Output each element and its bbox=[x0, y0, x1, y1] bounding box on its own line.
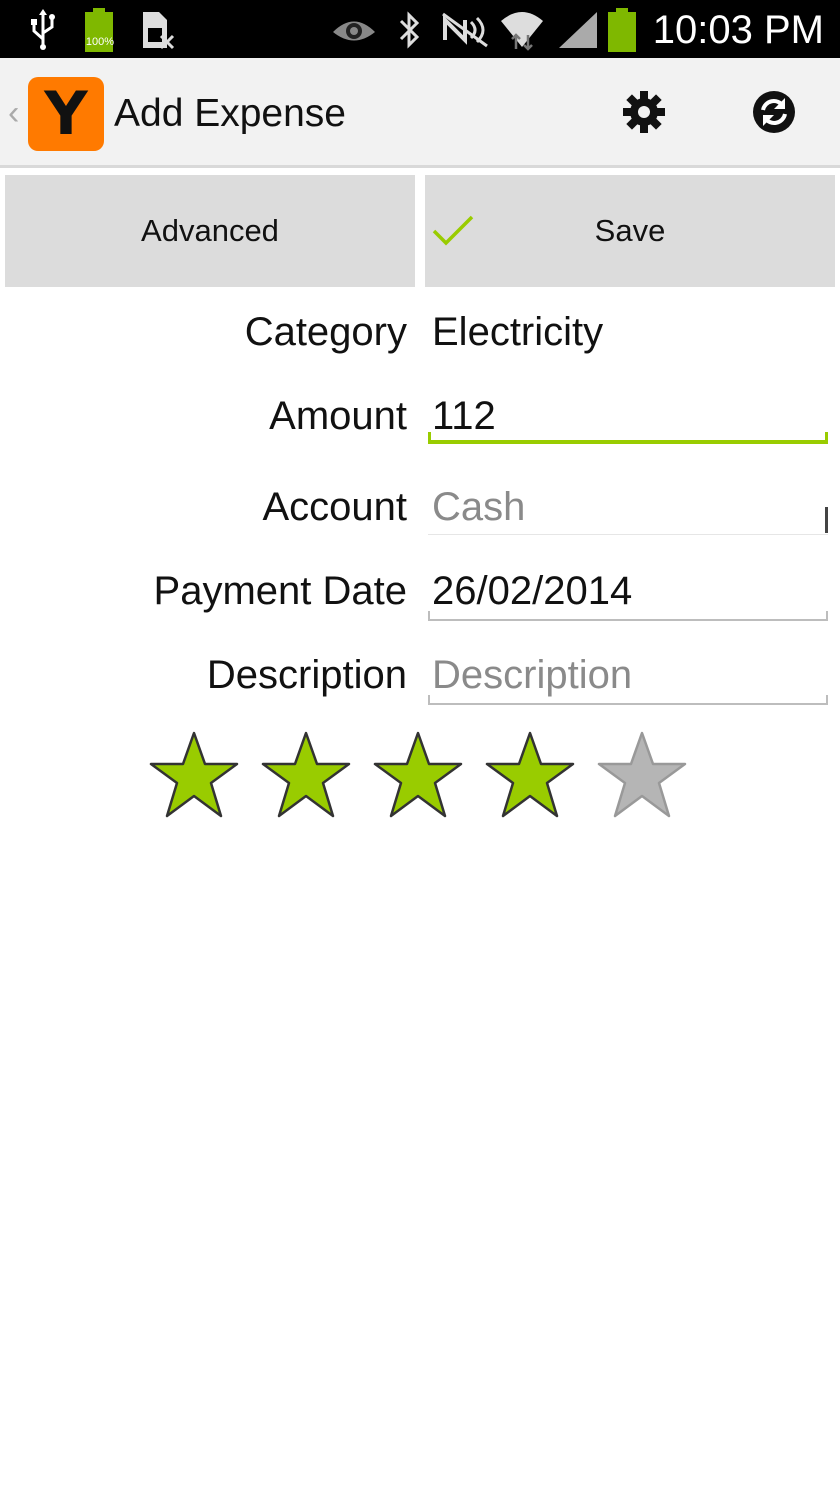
advanced-button[interactable]: Advanced bbox=[5, 175, 415, 287]
account-spinner[interactable]: Cash bbox=[432, 485, 525, 530]
amount-underline-tick-left bbox=[428, 432, 431, 444]
bluetooth-icon bbox=[394, 8, 424, 52]
star-filled-icon[interactable] bbox=[372, 730, 464, 820]
amount-label: Amount bbox=[269, 394, 407, 438]
button-row: Advanced Save bbox=[5, 175, 835, 287]
payment-date-underline-tick-left bbox=[428, 611, 430, 621]
signal-icon bbox=[556, 8, 600, 52]
sync-button[interactable] bbox=[742, 80, 806, 144]
save-button[interactable]: Save bbox=[425, 175, 835, 287]
description-input[interactable]: Description bbox=[432, 653, 632, 698]
star-empty-icon[interactable] bbox=[596, 730, 688, 820]
nfc-mute-icon bbox=[440, 8, 492, 52]
payment-date-underline bbox=[428, 619, 828, 621]
category-value[interactable]: Electricity bbox=[432, 310, 603, 355]
payment-date-underline-tick-right bbox=[826, 611, 828, 621]
save-button-label: Save bbox=[594, 213, 666, 248]
amount-underline-tick-right bbox=[825, 432, 828, 444]
battery-percent-label: 100% bbox=[85, 36, 115, 48]
description-label: Description bbox=[206, 653, 407, 697]
account-spinner-edge bbox=[825, 507, 828, 533]
description-underline-tick-right bbox=[826, 695, 828, 705]
amount-input[interactable]: 112 bbox=[432, 394, 496, 439]
gear-icon bbox=[623, 91, 665, 133]
payment-date-input[interactable]: 26/02/2014 bbox=[432, 569, 632, 614]
star-filled-icon[interactable] bbox=[260, 730, 352, 820]
star-filled-icon[interactable] bbox=[148, 730, 240, 820]
sync-icon bbox=[753, 91, 795, 133]
account-label: Account bbox=[262, 485, 407, 529]
account-underline bbox=[428, 534, 828, 535]
checkmark-icon bbox=[432, 215, 474, 246]
star-filled-icon[interactable] bbox=[484, 730, 576, 820]
description-underline-tick-left bbox=[428, 695, 430, 705]
clock: 10:03 PM bbox=[652, 8, 824, 52]
category-label: Category bbox=[244, 310, 407, 354]
sim-off-icon bbox=[138, 8, 176, 52]
battery-icon bbox=[604, 8, 640, 52]
settings-button[interactable] bbox=[612, 80, 676, 144]
description-underline bbox=[428, 703, 828, 705]
logo-letter: Y bbox=[44, 79, 88, 149]
amount-underline bbox=[428, 440, 828, 444]
usb-icon bbox=[26, 8, 60, 52]
action-bar: ‹ Y Add Expense bbox=[0, 58, 840, 168]
wifi-icon bbox=[498, 8, 546, 52]
back-chevron-icon[interactable]: ‹ bbox=[8, 94, 19, 133]
page-title: Add Expense bbox=[114, 92, 347, 135]
status-bar: 100% 10:03 PM bbox=[0, 0, 840, 58]
app-logo[interactable]: Y bbox=[28, 77, 104, 151]
payment-date-label: Payment Date bbox=[153, 569, 407, 613]
eye-icon bbox=[330, 8, 378, 52]
